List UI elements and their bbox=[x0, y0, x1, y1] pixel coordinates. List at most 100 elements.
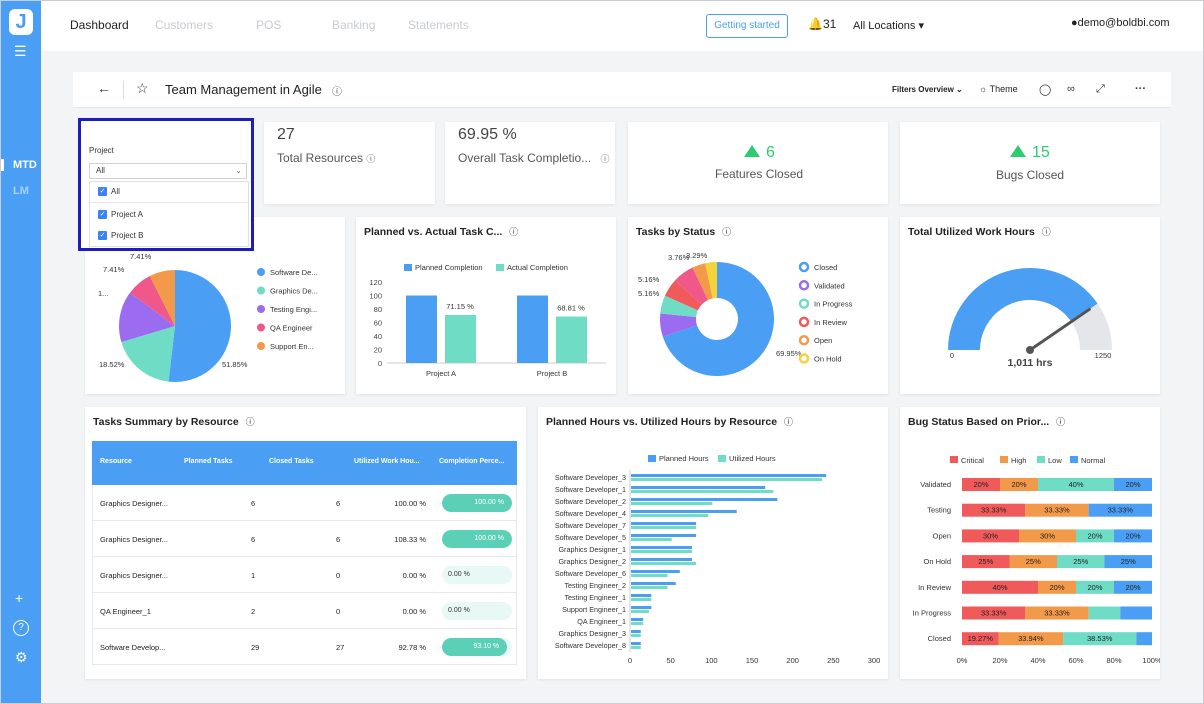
bar bbox=[631, 478, 823, 481]
notifications[interactable]: 🔔31 bbox=[808, 17, 836, 31]
x-tick-label: 60% bbox=[1068, 656, 1083, 665]
app-logo[interactable]: J bbox=[9, 9, 33, 35]
kpi-value: 27 bbox=[277, 126, 295, 143]
completion-bar-track: 0.00 % bbox=[442, 566, 512, 584]
gear-icon[interactable]: ⚙ bbox=[15, 649, 28, 666]
tab-pos[interactable]: POS bbox=[256, 18, 281, 32]
bar bbox=[631, 582, 676, 585]
info-icon[interactable]: ⓘ bbox=[332, 83, 342, 98]
user-menu[interactable]: ●demo@boldbi.com bbox=[1071, 17, 1170, 29]
resource-cell: Graphics Designer... bbox=[100, 571, 168, 580]
data-label: 25% bbox=[1121, 557, 1136, 566]
legend-marker bbox=[257, 305, 265, 313]
column-header[interactable]: Closed Tasks bbox=[269, 458, 314, 465]
y-tick-label: Validated bbox=[920, 480, 951, 489]
planned-tasks-cell: 2 bbox=[251, 607, 256, 616]
table-row[interactable]: Graphics Designer... 6 6 108.33 % 100.00 % bbox=[92, 521, 517, 557]
table-row[interactable]: Graphics Designer... 6 6 100.00 % 100.00 % bbox=[92, 485, 517, 521]
resource-cell: Software Develop... bbox=[100, 643, 166, 652]
y-tick-label: QA Engineer_1 bbox=[577, 617, 626, 626]
menu-icon[interactable]: ☰ bbox=[14, 43, 27, 60]
column-header[interactable]: Planned Tasks bbox=[184, 458, 233, 465]
widget-title: Total Utilized Work Hours ⓘ bbox=[908, 226, 1051, 238]
rail-item-mtd[interactable]: MTD bbox=[1, 159, 41, 171]
tab-banking[interactable]: Banking bbox=[332, 18, 375, 32]
back-arrow-icon[interactable]: ← bbox=[97, 80, 111, 96]
legend-label: Actual Completion bbox=[507, 263, 568, 272]
bar bbox=[631, 574, 668, 577]
checkbox-checked-icon[interactable]: ✓ bbox=[98, 187, 107, 197]
work-hours-widget: Total Utilized Work Hours ⓘ 0 1250 1,011 h… bbox=[900, 217, 1160, 394]
widget-title: Planned Hours vs. Utilized Hours by Reso… bbox=[546, 416, 793, 428]
y-tick-label: Testing Engineer_1 bbox=[564, 593, 626, 602]
data-label: 38.53% bbox=[1087, 634, 1113, 643]
resource-cell: QA Engineer_1 bbox=[100, 607, 151, 616]
y-tick-label: Software Developer_4 bbox=[555, 509, 626, 518]
top-nav: Dashboard Customers POS Banking Statemen… bbox=[41, 1, 1203, 51]
location-dropdown[interactable]: All Locations ▾ bbox=[853, 19, 924, 32]
legend-marker bbox=[496, 264, 504, 271]
table-row[interactable]: Software Develop... 29 27 92.78 % 93.10 % bbox=[92, 629, 517, 665]
table-row[interactable]: QA Engineer_1 2 0 0.00 % 0.00 % bbox=[92, 593, 517, 629]
x-tick-label: 200 bbox=[786, 656, 799, 665]
y-tick-label: Software Developer_1 bbox=[555, 485, 626, 494]
rail-item-lm[interactable]: LM bbox=[13, 185, 29, 197]
legend-marker bbox=[798, 280, 810, 291]
comment-icon[interactable]: ◯ bbox=[1039, 83, 1051, 96]
legend-marker bbox=[404, 264, 412, 271]
bar bbox=[631, 594, 652, 597]
legend-marker bbox=[1000, 456, 1008, 463]
bar bbox=[445, 314, 476, 363]
up-triangle-icon bbox=[744, 145, 760, 157]
y-tick-label: Testing bbox=[927, 506, 951, 515]
tasks-by-status-widget: Tasks by Status ⓘ 69.95% 5.16% 5.16% 3.76% 3… bbox=[628, 217, 888, 394]
data-label: 20% bbox=[1125, 583, 1140, 592]
fullscreen-icon[interactable]: ⤢ bbox=[1096, 83, 1105, 96]
gauge-max-label: 1250 bbox=[1095, 351, 1112, 360]
view-icon[interactable]: ∞ bbox=[1067, 83, 1075, 95]
option-project-b[interactable]: ✓ Project B bbox=[98, 231, 143, 241]
column-header[interactable]: Completion Perce... bbox=[439, 458, 504, 465]
table-row[interactable]: Graphics Designer... 1 0 0.00 % 0.00 % bbox=[92, 557, 517, 593]
tab-customers[interactable]: Customers bbox=[155, 18, 213, 32]
theme-label: Theme bbox=[989, 84, 1018, 94]
project-select[interactable]: All ⌄ bbox=[89, 163, 247, 179]
dashboard-title: Team Management in Agile bbox=[165, 82, 322, 97]
data-label: 19.27% bbox=[968, 634, 994, 643]
theme-button[interactable]: ☼ Theme bbox=[979, 84, 1018, 94]
legend-marker bbox=[798, 298, 810, 309]
closed-tasks-cell: 6 bbox=[336, 535, 341, 544]
utilized-hours-cell: 108.33 % bbox=[394, 535, 426, 544]
up-triangle-icon bbox=[1010, 145, 1026, 157]
help-icon[interactable]: ? bbox=[13, 620, 29, 636]
plus-icon[interactable]: + bbox=[15, 590, 23, 606]
legend-label: Testing Engi... bbox=[270, 305, 317, 314]
option-project-a[interactable]: ✓ Project A bbox=[98, 210, 143, 220]
bar bbox=[631, 514, 709, 517]
widget-title: Bug Status Based on Prior... ⓘ bbox=[908, 416, 1066, 428]
bar bbox=[631, 618, 644, 621]
y-tick-label: 80 bbox=[374, 305, 382, 314]
getting-started-button[interactable]: Getting started bbox=[706, 14, 788, 38]
checkbox-checked-icon[interactable]: ✓ bbox=[98, 210, 107, 220]
bar bbox=[631, 534, 697, 537]
user-icon: ● bbox=[1071, 17, 1078, 29]
filters-overview-button[interactable]: Filters Overview ⌄ bbox=[892, 85, 963, 94]
favorite-star-icon[interactable]: ☆ bbox=[136, 80, 149, 97]
user-email: demo@boldbi.com bbox=[1077, 17, 1170, 29]
checkbox-checked-icon[interactable]: ✓ bbox=[98, 231, 107, 241]
tab-statements[interactable]: Statements bbox=[408, 18, 469, 32]
column-header[interactable]: Resource bbox=[100, 458, 132, 465]
closed-tasks-cell: 6 bbox=[336, 499, 341, 508]
data-label: 33.33% bbox=[981, 609, 1007, 618]
widget-title: Planned vs. Actual Task C... ⓘ bbox=[364, 226, 519, 238]
legend-marker bbox=[798, 261, 810, 273]
option-all[interactable]: ✓ All bbox=[98, 187, 120, 197]
completion-label: 0.00 % bbox=[448, 571, 470, 578]
tab-dashboard[interactable]: Dashboard bbox=[70, 18, 129, 32]
legend-marker bbox=[257, 342, 265, 350]
more-options-icon[interactable]: ··· bbox=[1135, 83, 1146, 95]
column-header[interactable]: Utilized Work Hou... bbox=[354, 458, 420, 465]
legend-label: In Progress bbox=[814, 300, 853, 309]
bar bbox=[631, 558, 692, 561]
